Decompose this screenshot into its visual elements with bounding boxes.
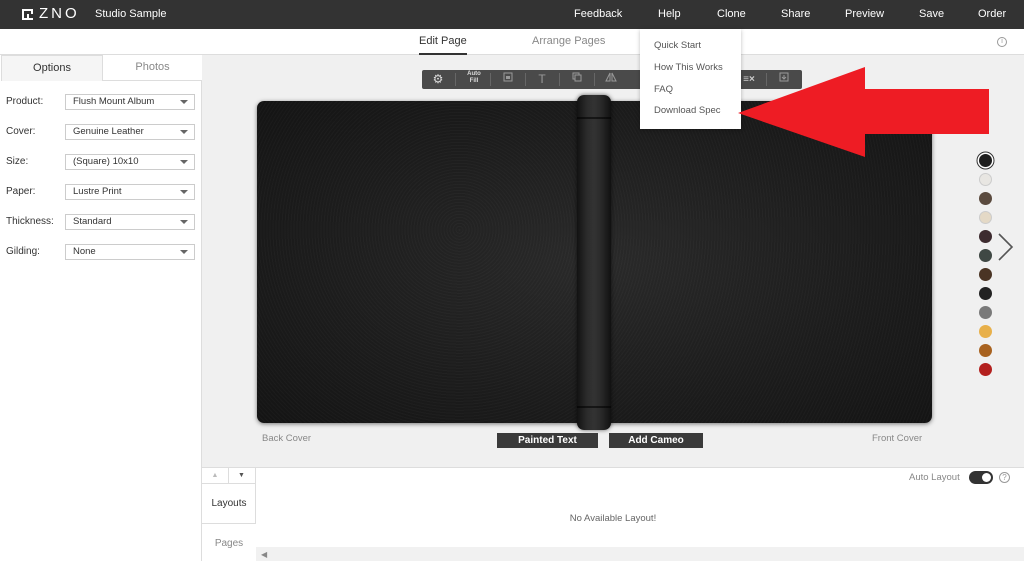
select-value: Flush Mount Album bbox=[73, 96, 155, 107]
layouts-panel: ▲ ▼ Layouts Pages Auto Layout ? No Avail… bbox=[202, 467, 1024, 561]
gilding-select[interactable]: None bbox=[65, 244, 195, 260]
chevron-down-icon bbox=[180, 100, 188, 104]
thickness-select[interactable]: Standard bbox=[65, 214, 195, 230]
toolbar-divider bbox=[525, 73, 526, 86]
paper-select[interactable]: Lustre Print bbox=[65, 184, 195, 200]
color-swatch[interactable] bbox=[979, 268, 992, 281]
color-swatch[interactable] bbox=[979, 344, 992, 357]
expand-down-icon[interactable]: ▼ bbox=[228, 468, 254, 484]
studio-name: Studio Sample bbox=[95, 8, 167, 20]
back-cover-label: Back Cover bbox=[262, 433, 312, 444]
option-paper: Paper: Lustre Print bbox=[6, 184, 196, 200]
color-swatch[interactable] bbox=[979, 192, 992, 205]
info-icon[interactable]: i bbox=[997, 37, 1007, 47]
logo-mark-icon bbox=[22, 8, 33, 20]
option-label: Paper: bbox=[6, 186, 36, 197]
option-label: Size: bbox=[6, 156, 29, 167]
logo-text: ZNO bbox=[39, 5, 80, 22]
auto-fill-icon[interactable]: Auto Fill bbox=[464, 71, 484, 86]
horizontal-scrollbar[interactable]: ◀ bbox=[256, 547, 1024, 561]
chevron-down-icon bbox=[180, 190, 188, 194]
option-label: Cover: bbox=[6, 126, 36, 137]
nav-clone[interactable]: Clone bbox=[717, 0, 746, 29]
select-value: Lustre Print bbox=[73, 186, 122, 197]
select-value: Standard bbox=[73, 216, 112, 227]
tab-pages[interactable]: Pages bbox=[202, 523, 256, 561]
color-swatch[interactable] bbox=[979, 249, 992, 262]
menu-item-download-spec[interactable]: Download Spec bbox=[654, 105, 721, 116]
option-label: Gilding: bbox=[6, 246, 40, 257]
option-thickness: Thickness: Standard bbox=[6, 214, 196, 230]
option-label: Product: bbox=[6, 96, 44, 107]
menu-item-faq[interactable]: FAQ bbox=[654, 84, 673, 95]
chevron-down-icon bbox=[180, 130, 188, 134]
gear-icon[interactable]: ⚙ bbox=[430, 72, 446, 87]
size-select[interactable]: (Square) 10x10 bbox=[65, 154, 195, 170]
option-label: Thickness: bbox=[6, 216, 54, 227]
option-size: Size: (Square) 10x10 bbox=[6, 154, 196, 170]
select-value: (Square) 10x10 bbox=[73, 156, 139, 167]
spine-seam bbox=[577, 406, 611, 408]
toolbar-divider bbox=[455, 73, 456, 86]
toolbar-divider bbox=[594, 73, 595, 86]
tab-photos[interactable]: Photos bbox=[103, 55, 202, 81]
chevron-right-icon[interactable] bbox=[996, 232, 1016, 262]
color-swatch[interactable] bbox=[979, 173, 992, 186]
zno-logo[interactable]: ZNO bbox=[22, 5, 80, 22]
select-value: Genuine Leather bbox=[73, 126, 144, 137]
painted-text-button[interactable]: Painted Text bbox=[497, 433, 598, 448]
nav-share[interactable]: Share bbox=[781, 0, 810, 29]
nav-save[interactable]: Save bbox=[919, 0, 944, 29]
collapse-up-icon[interactable]: ▲ bbox=[202, 468, 228, 484]
toolbar-divider bbox=[559, 73, 560, 86]
album-spine bbox=[577, 95, 611, 430]
color-swatch[interactable] bbox=[979, 363, 992, 376]
spine-seam bbox=[577, 117, 611, 119]
copy-icon[interactable] bbox=[569, 72, 585, 87]
product-select[interactable]: Flush Mount Album bbox=[65, 94, 195, 110]
add-cameo-button[interactable]: Add Cameo bbox=[609, 433, 703, 448]
auto-layout-label: Auto Layout bbox=[909, 472, 960, 483]
scroll-left-icon[interactable]: ◀ bbox=[261, 550, 267, 559]
options-panel: Options Photos Product: Flush Mount Albu… bbox=[0, 55, 202, 561]
option-product: Product: Flush Mount Album bbox=[6, 94, 196, 110]
top-bar: ZNO Studio Sample Feedback Help Clone Sh… bbox=[0, 0, 1024, 29]
red-annotation-arrow bbox=[738, 67, 989, 157]
nav-help[interactable]: Help bbox=[658, 0, 681, 29]
color-swatch[interactable] bbox=[979, 230, 992, 243]
option-cover: Cover: Genuine Leather bbox=[6, 124, 196, 140]
color-swatch[interactable] bbox=[979, 325, 992, 338]
color-swatch[interactable] bbox=[979, 306, 992, 319]
tab-arrange-pages[interactable]: Arrange Pages bbox=[532, 29, 605, 55]
chevron-down-icon bbox=[180, 250, 188, 254]
option-gilding: Gilding: None bbox=[6, 244, 196, 260]
tab-edit-page[interactable]: Edit Page bbox=[419, 29, 467, 55]
nav-preview[interactable]: Preview bbox=[845, 0, 884, 29]
panel-tabs: Options Photos bbox=[0, 55, 202, 81]
menu-item-quick-start[interactable]: Quick Start bbox=[654, 40, 701, 51]
edit-mode-bar: Edit Page Arrange Pages i bbox=[0, 29, 1024, 55]
auto-layout-toggle[interactable] bbox=[969, 471, 993, 484]
mirror-icon[interactable] bbox=[603, 72, 619, 87]
chevron-down-icon bbox=[180, 220, 188, 224]
auto-fill-label-bottom: Fill bbox=[469, 78, 479, 84]
panel-arrows: ▲ ▼ bbox=[202, 468, 256, 484]
text-icon[interactable]: T bbox=[534, 72, 550, 87]
menu-item-how-this-works[interactable]: How This Works bbox=[654, 62, 723, 73]
nav-order[interactable]: Order bbox=[978, 0, 1006, 29]
empty-layout-message: No Available Layout! bbox=[569, 513, 657, 524]
chevron-down-icon bbox=[180, 160, 188, 164]
image-frame-icon[interactable] bbox=[500, 72, 516, 87]
help-icon[interactable]: ? bbox=[999, 472, 1010, 483]
color-swatch[interactable] bbox=[979, 287, 992, 300]
auto-fill-label-top: Auto bbox=[467, 71, 481, 77]
front-cover-label: Front Cover bbox=[872, 433, 923, 444]
nav-feedback[interactable]: Feedback bbox=[574, 0, 622, 29]
tab-options[interactable]: Options bbox=[1, 55, 103, 81]
color-swatch[interactable] bbox=[979, 211, 992, 224]
help-dropdown-menu: Quick Start How This Works FAQ Download … bbox=[640, 29, 741, 129]
select-value: None bbox=[73, 246, 96, 257]
toolbar-divider bbox=[490, 73, 491, 86]
cover-select[interactable]: Genuine Leather bbox=[65, 124, 195, 140]
